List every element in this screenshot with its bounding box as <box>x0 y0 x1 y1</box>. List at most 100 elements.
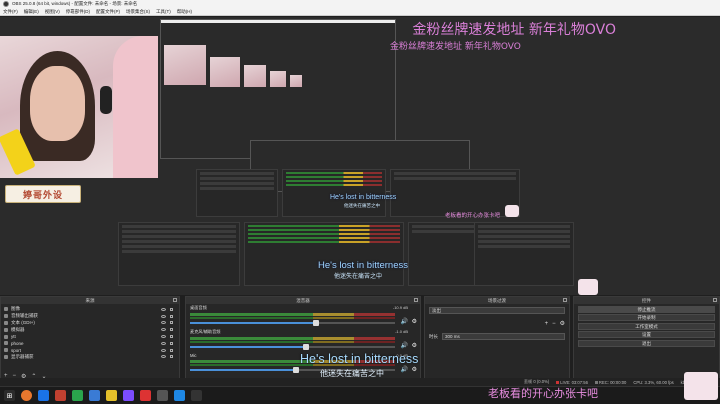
recursive-webcam-5 <box>290 75 302 87</box>
lock-icon[interactable] <box>170 321 173 325</box>
dock-float-icon[interactable] <box>173 298 177 302</box>
monitor-icon <box>4 354 8 359</box>
subtitle-zh-recursive-1: 他迷失在痛苦之中 <box>344 203 380 208</box>
lock-icon[interactable] <box>170 355 173 359</box>
menu-profile[interactable]: 配置文件(P) <box>96 9 120 15</box>
channel-settings-icon[interactable]: ⚙ <box>412 366 417 373</box>
transitions-dock-title: 场景过渡 <box>488 298 506 303</box>
source-item[interactable]: 文本 (GDI+) <box>4 320 176 327</box>
microphone <box>100 86 112 114</box>
mixer-dock-title: 混音器 <box>296 298 310 303</box>
app-icon[interactable] <box>174 390 185 401</box>
subtitle-en: He's lost in bitterness <box>300 352 419 366</box>
steam-icon[interactable] <box>191 390 202 401</box>
firefox-icon[interactable] <box>21 390 32 401</box>
menu-bar: 文件(F) 编辑(E) 视图(V) 停靠部件(D) 配置文件(P) 场景集合(S… <box>0 8 720 16</box>
visibility-eye-icon[interactable] <box>161 314 166 318</box>
dock-float-icon[interactable] <box>414 298 418 302</box>
mascot-sticker-mid <box>578 279 598 295</box>
speaker-icon <box>4 314 8 319</box>
live-timer: LIVE: 03:07:56 <box>556 380 588 385</box>
controls-dock: 控件 停止推流 开始录制 工作室模式 设置 退出 <box>573 296 720 383</box>
source-item[interactable]: 显示器捕获 <box>4 354 176 361</box>
text-icon <box>4 320 8 325</box>
visibility-eye-icon[interactable] <box>161 328 166 332</box>
mute-speaker-icon[interactable]: 🔊 <box>401 318 408 325</box>
volume-meter <box>190 337 395 340</box>
menu-file[interactable]: 文件(F) <box>3 9 18 15</box>
visibility-eye-icon[interactable] <box>161 321 166 325</box>
preview-canvas[interactable]: 婷哥外设 金粉丝牌速发地址 新年礼物OVO 金粉丝牌速发地址 新年礼物OVO H… <box>0 17 720 295</box>
source-item[interactable]: sport <box>4 347 176 354</box>
recursive-controls-dock-2 <box>474 222 574 286</box>
menu-help[interactable]: 帮助(H) <box>177 9 192 15</box>
nameplate: 婷哥外设 <box>5 185 81 203</box>
status-bar: 丢帧 0 (0.0%) LIVE: 03:07:56 REC: 00:00:00… <box>0 378 720 386</box>
visibility-eye-icon[interactable] <box>161 341 166 345</box>
mute-speaker-icon[interactable]: 🔊 <box>401 342 408 349</box>
transition-settings-icon[interactable]: ⚙ <box>560 320 565 327</box>
exit-button[interactable]: 退出 <box>578 339 715 347</box>
stop-streaming-button[interactable]: 停止推流 <box>578 305 715 313</box>
source-item[interactable]: 图像 <box>4 306 176 313</box>
window-title: OBS 25.0.8 (64 bit, windows) - 配置文件: 未命名… <box>12 1 138 6</box>
lock-icon[interactable] <box>170 307 173 311</box>
add-transition-icon[interactable]: + <box>545 321 549 327</box>
transition-select[interactable]: 淡出 <box>429 307 565 314</box>
app-icon[interactable] <box>123 390 134 401</box>
menu-scene-collection[interactable]: 场景集合(S) <box>126 9 150 15</box>
duration-label: 时长 <box>429 333 438 339</box>
recursive-webcam-3 <box>244 65 266 87</box>
menu-view[interactable]: 视图(V) <box>45 9 60 15</box>
obs-taskbar-icon[interactable] <box>157 390 168 401</box>
dock-float-icon[interactable] <box>713 298 717 302</box>
subtitle-zh: 他迷失在痛苦之中 <box>320 369 384 378</box>
duration-input[interactable]: 300 ms <box>442 333 565 340</box>
subtitle-zh-recursive-2: 他迷失在痛苦之中 <box>334 274 383 280</box>
app-icon[interactable] <box>55 390 66 401</box>
channel-settings-icon[interactable]: ⚙ <box>412 342 417 349</box>
overlay-banner-recursive: 金粉丝牌速发地址 新年礼物OVO <box>390 42 521 52</box>
start-recording-button[interactable]: 开始录制 <box>578 314 715 321</box>
folder-icon[interactable] <box>106 390 117 401</box>
app-icon[interactable] <box>140 390 151 401</box>
lock-icon[interactable] <box>170 335 173 339</box>
settings-button[interactable]: 设置 <box>578 331 715 338</box>
lock-icon[interactable] <box>170 328 173 332</box>
wechat-icon[interactable] <box>72 390 83 401</box>
lock-icon[interactable] <box>170 341 173 345</box>
recursive-webcam-1 <box>164 45 206 85</box>
app-icon[interactable] <box>89 390 100 401</box>
controls-dock-title: 控件 <box>642 298 651 303</box>
transitions-dock: 场景过渡 淡出 + − ⚙ 时长 300 ms <box>424 296 570 383</box>
volume-slider[interactable] <box>190 344 395 350</box>
lock-icon[interactable] <box>170 348 173 352</box>
source-item[interactable]: phone <box>4 340 176 347</box>
volume-meter <box>190 313 395 316</box>
studio-mode-button[interactable]: 工作室模式 <box>578 322 715 330</box>
dock-float-icon[interactable] <box>563 298 567 302</box>
menu-docks[interactable]: 停靠部件(D) <box>66 9 90 15</box>
visibility-eye-icon[interactable] <box>161 335 166 339</box>
source-item[interactable]: 音频输出捕获 <box>4 313 176 320</box>
camera-icon <box>4 348 8 353</box>
windows-start-icon[interactable]: ⊞ <box>4 390 15 401</box>
recursive-webcam-4 <box>270 71 286 87</box>
visibility-eye-icon[interactable] <box>161 348 166 352</box>
visibility-eye-icon[interactable] <box>161 355 166 359</box>
mixer-channel: 桌面音频 -10.9 dB 🔊 ⚙ <box>190 305 417 326</box>
sources-list: 图像 音频输出捕获 文本 (GDI+) 模拟器 ytt phone sport … <box>1 304 179 362</box>
channel-settings-icon[interactable]: ⚙ <box>412 318 417 325</box>
visibility-eye-icon[interactable] <box>161 307 166 311</box>
source-item[interactable]: 模拟器 <box>4 326 176 333</box>
mixer-dock: 混音器 桌面音频 -10.9 dB 🔊 ⚙ 麦克风/辅助音频 -1.0 dB 🔊 ⚙… <box>185 296 421 383</box>
window-titlebar[interactable]: OBS 25.0.8 (64 bit, windows) - 配置文件: 未命名… <box>0 0 720 8</box>
source-item[interactable]: ytt <box>4 333 176 340</box>
browser-icon[interactable] <box>38 390 49 401</box>
remove-transition-icon[interactable]: − <box>552 321 556 327</box>
menu-edit[interactable]: 编辑(E) <box>24 9 39 15</box>
lock-icon[interactable] <box>170 314 173 318</box>
menu-tools[interactable]: 工具(T) <box>156 9 171 15</box>
mute-speaker-icon[interactable]: 🔊 <box>401 366 408 373</box>
volume-slider[interactable] <box>190 320 395 326</box>
